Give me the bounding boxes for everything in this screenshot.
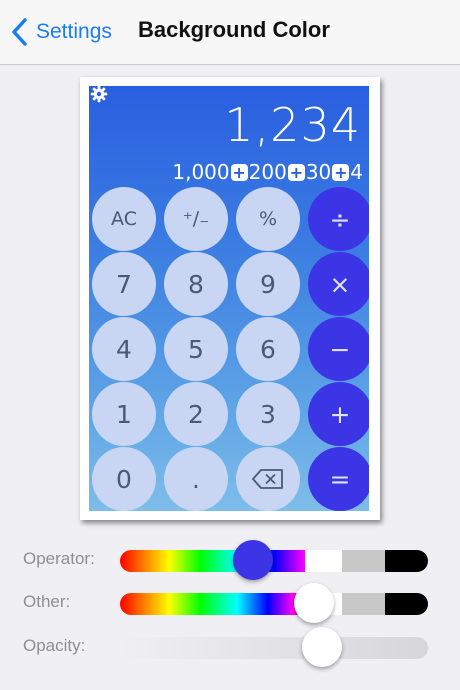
- backspace-icon: [252, 469, 283, 489]
- expression-term: 200: [248, 160, 287, 184]
- plus-key[interactable]: +: [308, 382, 369, 446]
- other-slider-thumb[interactable]: [294, 583, 335, 623]
- result-display: 1,234: [224, 98, 361, 152]
- digit-1-key[interactable]: 1: [92, 382, 156, 446]
- plus-operator-badge: +: [332, 162, 350, 182]
- digit-6-key[interactable]: 6: [236, 317, 300, 381]
- calculator-preview: 1,234 1,000 + 200 + 30 + 4 AC ⁺∕₋ % ÷ 7 …: [80, 77, 380, 520]
- operator-slider-thumb[interactable]: [232, 540, 273, 580]
- backspace-key[interactable]: [236, 447, 300, 511]
- page-title: Background Color: [138, 17, 330, 42]
- operator-color-track[interactable]: [120, 550, 428, 572]
- digit-4-key[interactable]: 4: [92, 317, 156, 381]
- other-color-track[interactable]: [120, 593, 428, 615]
- digit-8-key[interactable]: 8: [164, 252, 228, 316]
- ac-key[interactable]: AC: [92, 187, 156, 251]
- back-button-label: Settings: [36, 20, 112, 43]
- operator-slider-label: Operator:: [23, 549, 95, 568]
- digit-0-key[interactable]: 0: [92, 447, 156, 511]
- other-color-row: Other:: [0, 583, 460, 623]
- percent-key[interactable]: %: [236, 187, 300, 251]
- expression-display: 1,000 + 200 + 30 + 4: [172, 160, 363, 184]
- digit-7-key[interactable]: 7: [92, 252, 156, 316]
- plus-operator-badge: +: [287, 162, 305, 182]
- multiply-key[interactable]: ×: [308, 252, 369, 316]
- gear-icon[interactable]: [90, 86, 108, 103]
- opacity-slider-thumb[interactable]: [302, 627, 343, 667]
- chevron-left-icon: [12, 18, 27, 46]
- expression-term: 1,000: [172, 160, 230, 184]
- opacity-row: Opacity:: [0, 627, 460, 667]
- equals-key[interactable]: =: [308, 447, 369, 511]
- digit-2-key[interactable]: 2: [164, 382, 228, 446]
- other-slider-label: Other:: [23, 592, 71, 611]
- operator-color-row: Operator:: [0, 540, 460, 580]
- navigation-bar: Settings Background Color: [0, 0, 460, 65]
- decimal-point-key[interactable]: .: [164, 447, 228, 511]
- back-button[interactable]: Settings: [10, 14, 112, 50]
- minus-key[interactable]: −: [308, 317, 369, 381]
- expression-term: 4: [350, 160, 363, 184]
- sign-toggle-key[interactable]: ⁺∕₋: [164, 187, 228, 251]
- calculator-screen: 1,234 1,000 + 200 + 30 + 4 AC ⁺∕₋ % ÷ 7 …: [89, 86, 369, 511]
- digit-5-key[interactable]: 5: [164, 317, 228, 381]
- expression-term: 30: [305, 160, 332, 184]
- digit-3-key[interactable]: 3: [236, 382, 300, 446]
- plus-operator-badge: +: [230, 162, 248, 182]
- opacity-slider-label: Opacity:: [23, 636, 86, 655]
- digit-9-key[interactable]: 9: [236, 252, 300, 316]
- divide-key[interactable]: ÷: [308, 187, 369, 251]
- opacity-track[interactable]: [120, 637, 428, 659]
